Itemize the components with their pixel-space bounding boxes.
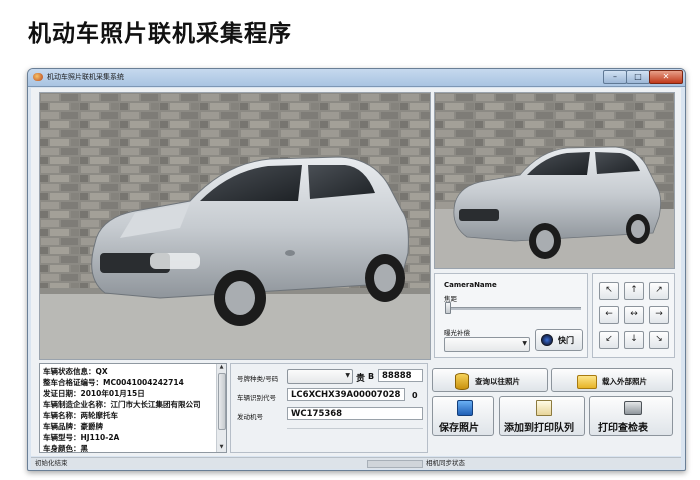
maximize-button[interactable]: □ [626, 70, 650, 84]
plate-type-select[interactable]: ▼ [287, 369, 353, 384]
status-right-text: 相机同步状态 [426, 459, 465, 467]
printer-icon [624, 401, 642, 415]
exposure-label: 曝光补偿 [444, 329, 470, 337]
car-photo-main [40, 93, 430, 359]
info-line: 车辆名称：两轮摩托车 [43, 411, 118, 420]
database-icon [455, 373, 469, 390]
camera-name-label: CameraName [444, 281, 497, 289]
scrollbar-thumb[interactable] [218, 373, 226, 430]
vin-check-digit: 0 [412, 391, 418, 400]
app-logo-icon [33, 73, 43, 81]
engine-label: 发动机号 [237, 413, 263, 421]
shutter-button[interactable]: 快门 [535, 329, 583, 351]
vin-input[interactable]: LC6XCHX39A00007028 [287, 388, 405, 401]
vin-label: 车辆识别代号 [237, 394, 276, 402]
scroll-up-icon[interactable]: ▲ [218, 364, 225, 372]
divider [287, 428, 423, 439]
info-line: 车辆状态信息：QX [43, 367, 108, 376]
plate-letter[interactable]: B [368, 372, 374, 381]
status-left-text: 初始化结束 [35, 459, 68, 467]
minimize-button[interactable]: – [603, 70, 627, 84]
secondary-camera-preview[interactable] [434, 92, 675, 269]
move-right-button[interactable]: → [649, 306, 669, 324]
status-progress-bar [367, 460, 423, 468]
close-button[interactable]: ✕ [649, 70, 683, 84]
info-line: 车辆型号：HJ110-2A [43, 433, 120, 442]
info-line: 整车合格证编号：MC0041004242714 [43, 378, 184, 387]
engine-number-input[interactable]: WC175368 [287, 407, 423, 420]
plate-province[interactable]: 贵 [356, 371, 365, 384]
chevron-down-icon: ▼ [522, 340, 527, 347]
center-button[interactable]: ↔ [624, 306, 644, 324]
vehicle-info-textbox[interactable]: 车辆状态信息：QX 整车合格证编号：MC0041004242714 发证日期：2… [39, 363, 227, 453]
info-line: 车辆品牌：豪爵牌 [43, 422, 103, 431]
camera-lens-icon [541, 334, 553, 346]
window-title: 机动车照片联机采集系统 [47, 73, 124, 81]
title-bar[interactable]: 机动车照片联机采集系统 – □ ✕ [28, 69, 685, 87]
car-photo-secondary [435, 93, 674, 268]
document-icon [536, 400, 552, 416]
info-scrollbar[interactable]: ▲ ▼ [216, 364, 226, 452]
scroll-down-icon[interactable]: ▼ [218, 444, 225, 452]
query-previous-label: 查询以往照片 [475, 377, 520, 386]
print-inspection-label: 打印查检表 [598, 423, 648, 434]
focus-slider-track[interactable] [447, 307, 581, 310]
info-line: 车辆制造企业名称：江门市大长江集团有限公司 [43, 400, 201, 409]
vehicle-info-lines: 车辆状态信息：QX 整车合格证编号：MC0041004242714 发证日期：2… [43, 366, 201, 453]
move-down-right-button[interactable]: ↘ [649, 331, 669, 349]
move-up-button[interactable]: ↑ [624, 282, 644, 300]
save-icon [457, 400, 473, 416]
move-up-right-button[interactable]: ↗ [649, 282, 669, 300]
add-to-print-queue-label: 添加到打印队列 [504, 423, 574, 434]
print-inspection-button[interactable]: 打印查检表 [589, 396, 673, 436]
chevron-down-icon: ▼ [345, 372, 350, 379]
vehicle-id-panel: 号牌种类/号码 ▼ 贵 B 88888 车辆识别代号 LC6XCHX39A000… [230, 363, 428, 453]
folder-icon [577, 375, 597, 389]
save-photo-label: 保存照片 [439, 423, 479, 434]
load-external-label: 载入外部照片 [602, 377, 647, 386]
info-line: 车身颜色：黑 [43, 444, 88, 453]
status-bar: 初始化结束 相机同步状态 [31, 457, 681, 469]
camera-control-panel: CameraName 焦距 曝光补偿 ▼ 快门 [434, 273, 588, 358]
app-window: 机动车照片联机采集系统 – □ ✕ CameraName 焦距 曝光补偿 ▼ 快… [27, 68, 686, 471]
exposure-select[interactable]: ▼ [444, 337, 530, 352]
focus-slider-thumb[interactable] [445, 302, 451, 314]
shutter-label: 快门 [558, 336, 574, 345]
plate-type-label: 号牌种类/号码 [237, 375, 279, 383]
info-line: 发证日期：2010年01月15日 [43, 389, 145, 398]
main-camera-preview[interactable] [39, 92, 431, 360]
query-previous-photos-button[interactable]: 查询以往照片 [432, 368, 548, 392]
client-area: CameraName 焦距 曝光补偿 ▼ 快门 ↖ ↑ ↗ ← ↔ → ↙ ↓ … [31, 88, 681, 456]
move-down-button[interactable]: ↓ [624, 331, 644, 349]
plate-number-input[interactable]: 88888 [378, 369, 423, 382]
add-to-print-queue-button[interactable]: 添加到打印队列 [499, 396, 585, 436]
save-photo-button[interactable]: 保存照片 [432, 396, 494, 436]
move-up-left-button[interactable]: ↖ [599, 282, 619, 300]
move-left-button[interactable]: ← [599, 306, 619, 324]
page-heading: 机动车照片联机采集程序 [28, 21, 292, 47]
direction-pad: ↖ ↑ ↗ ← ↔ → ↙ ↓ ↘ [592, 273, 675, 358]
load-external-photos-button[interactable]: 载入外部照片 [551, 368, 673, 392]
move-down-left-button[interactable]: ↙ [599, 331, 619, 349]
